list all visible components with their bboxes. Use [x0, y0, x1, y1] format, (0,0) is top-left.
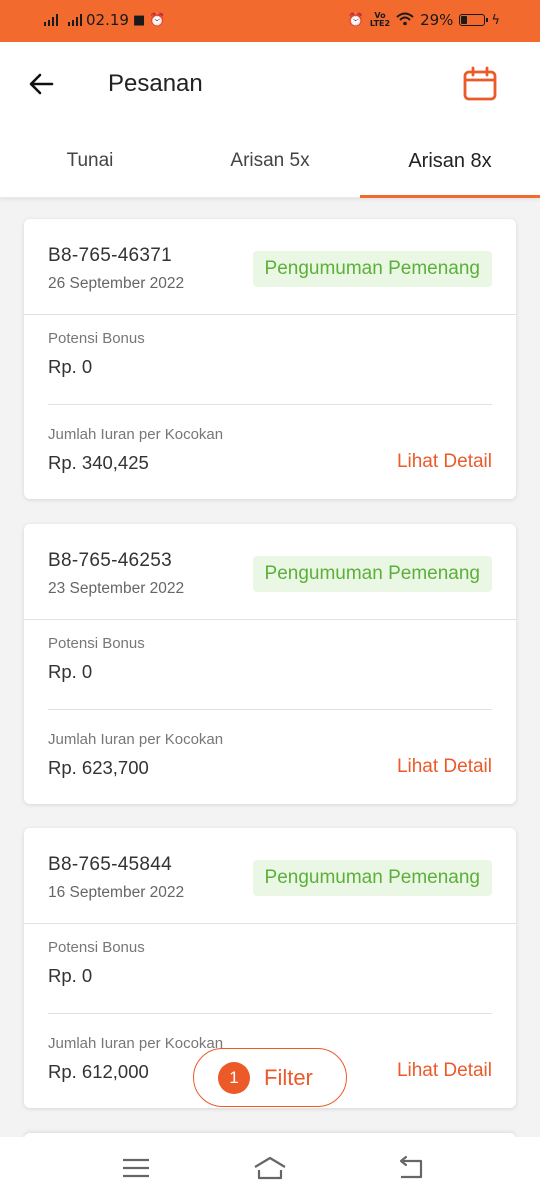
status-time: 02.19: [86, 11, 129, 29]
divider: [24, 619, 516, 620]
filter-count-badge: 1: [218, 1061, 250, 1094]
status-bar: 02.19 ■ ⏰ ⏰ Vo LTE2 29% ϟ: [0, 0, 540, 42]
video-record-icon: ■: [132, 12, 146, 28]
menu-icon[interactable]: [121, 1155, 151, 1181]
bonus-value: Rp. 0: [48, 356, 93, 377]
divider: [48, 1013, 492, 1014]
battery-icon: [459, 14, 489, 26]
filter-label: Filter: [264, 1064, 313, 1090]
signal-icon-2: [68, 14, 82, 26]
iuran-label: Jumlah Iuran per Kocokan: [48, 731, 224, 748]
wifi-icon: [396, 12, 414, 29]
arrow-left-icon[interactable]: [26, 68, 58, 100]
tab-tunai[interactable]: Tunai: [0, 128, 180, 197]
order-date: 16 September 2022: [48, 884, 185, 901]
divider: [24, 314, 516, 315]
signal-icon: [44, 14, 58, 26]
system-nav-bar: [0, 1137, 540, 1200]
status-right: ⏰ Vo LTE2 29% ϟ: [348, 11, 500, 29]
order-date: 26 September 2022: [48, 275, 185, 292]
bonus-label: Potensi Bonus: [48, 635, 145, 652]
bonus-value: Rp. 0: [48, 661, 93, 682]
tab-arisan-5x[interactable]: Arisan 5x: [180, 128, 360, 197]
app-header: Pesanan: [0, 42, 540, 128]
status-badge: Pengumuman Pemenang: [252, 556, 492, 592]
bonus-label: Potensi Bonus: [48, 330, 145, 347]
page-title: Pesanan: [108, 70, 203, 97]
back-icon[interactable]: [397, 1155, 427, 1181]
lte-icon: Vo LTE2: [369, 11, 391, 28]
alarm-icon: ⏰: [149, 12, 166, 28]
calendar-icon[interactable]: [462, 66, 498, 102]
battery-level: [461, 16, 468, 24]
home-icon[interactable]: [253, 1155, 287, 1181]
status-left: 02.19 ■ ⏰: [44, 11, 165, 29]
order-id: B8-765-46253: [48, 550, 173, 571]
status-badge: Pengumuman Pemenang: [252, 860, 492, 896]
order-card[interactable]: B8-765-46253 23 September 2022 Pengumuma…: [24, 524, 516, 804]
iuran-label: Jumlah Iuran per Kocokan: [48, 426, 224, 443]
divider: [48, 709, 492, 710]
iuran-value: Rp. 623,700: [48, 757, 149, 778]
filter-button[interactable]: 1 Filter: [193, 1048, 347, 1107]
battery-percent: 29%: [420, 11, 454, 29]
tab-bar: Tunai Arisan 5x Arisan 8x: [0, 128, 540, 198]
bonus-label: Potensi Bonus: [48, 939, 145, 956]
order-date: 23 September 2022: [48, 580, 185, 597]
iuran-value: Rp. 340,425: [48, 452, 149, 473]
alarm-clock-icon: ⏰: [347, 12, 364, 28]
divider: [24, 923, 516, 924]
lihat-detail-link[interactable]: Lihat Detail: [397, 756, 492, 778]
lihat-detail-link[interactable]: Lihat Detail: [397, 451, 492, 473]
lihat-detail-link[interactable]: Lihat Detail: [397, 1060, 492, 1082]
iuran-value: Rp. 612,000: [48, 1061, 149, 1082]
iuran-label: Jumlah Iuran per Kocokan: [48, 1035, 224, 1052]
status-badge: Pengumuman Pemenang: [252, 251, 492, 287]
order-card[interactable]: B8-765-46371 26 September 2022 Pengumuma…: [24, 219, 516, 499]
order-id: B8-765-45844: [48, 854, 173, 875]
charging-icon: ϟ: [491, 12, 500, 28]
divider: [48, 404, 492, 405]
bonus-value: Rp. 0: [48, 965, 93, 986]
order-id: B8-765-46371: [48, 245, 173, 266]
tab-arisan-8x[interactable]: Arisan 8x: [360, 128, 540, 198]
